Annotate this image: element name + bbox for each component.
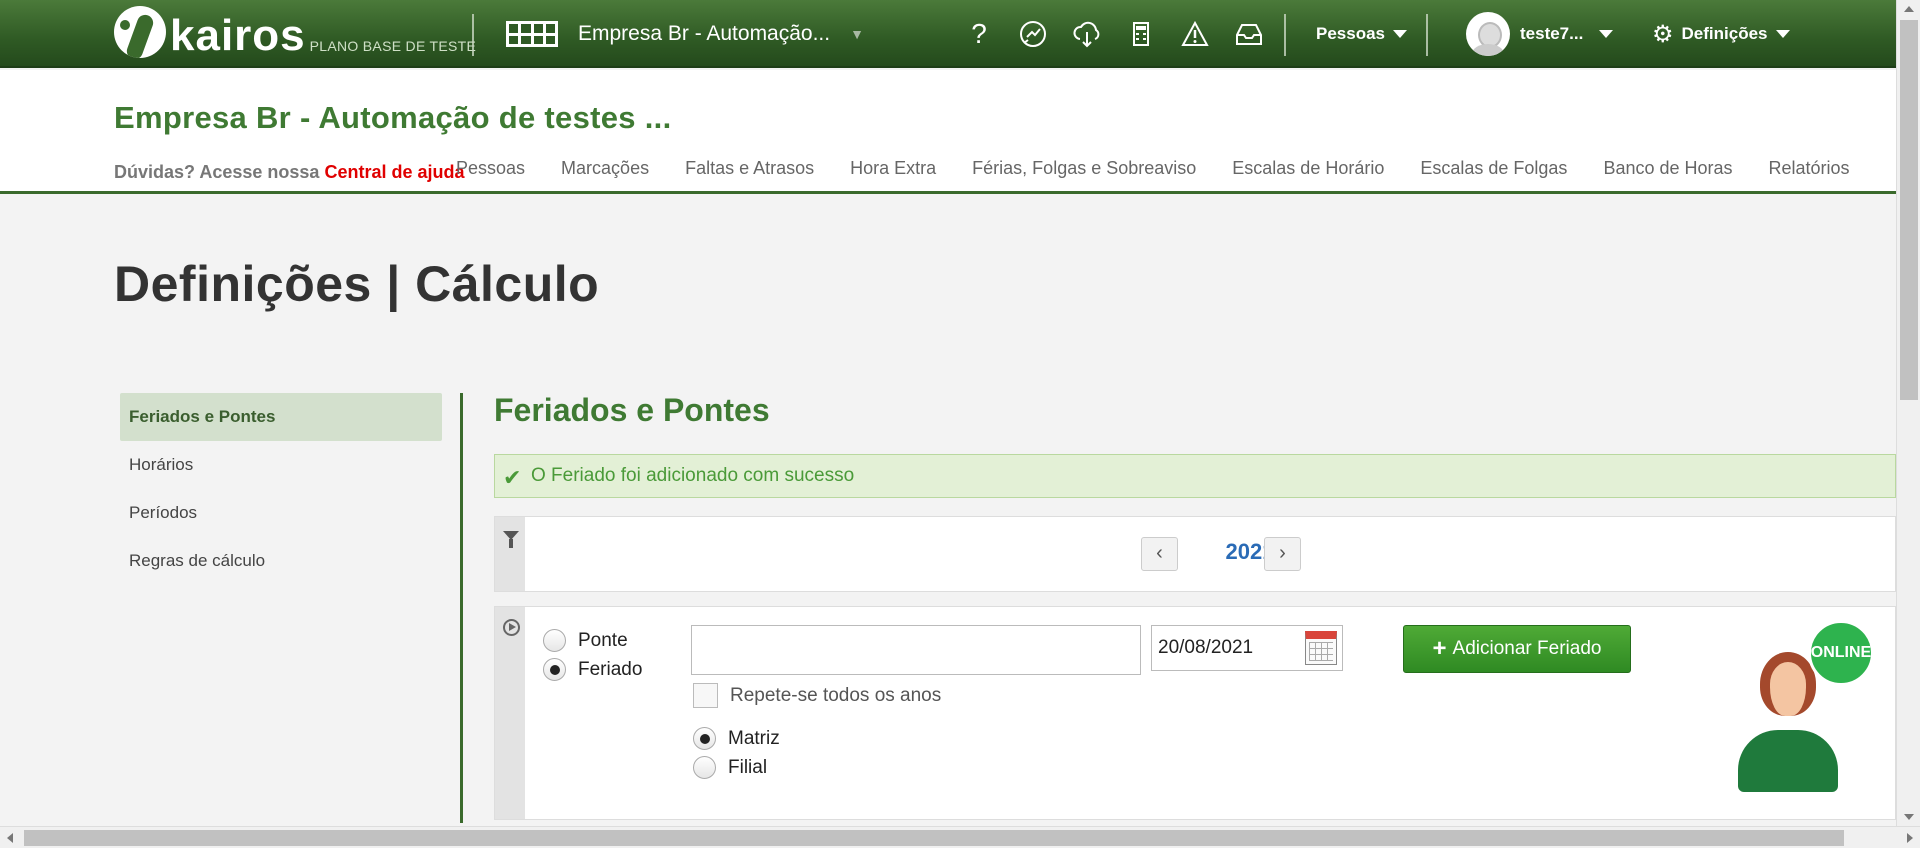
repeat-yearly-label: Repete-se todos os anos <box>730 684 942 706</box>
divider <box>1426 14 1428 56</box>
company-switcher[interactable]: Empresa Br - Automação... ▼ <box>506 0 864 68</box>
company-title: Empresa Br - Automação de testes ... <box>114 100 672 135</box>
scroll-right-icon[interactable] <box>1907 833 1913 843</box>
people-menu-label: Pessoas <box>1316 24 1385 43</box>
top-icons: ? <box>960 18 1268 50</box>
scroll-up-icon[interactable] <box>1904 6 1914 12</box>
top-bar: kairos PLANO BASE DE TESTE Empresa Br - … <box>0 0 1896 68</box>
scroll-down-icon[interactable] <box>1904 814 1914 820</box>
user-menu[interactable]: teste7... <box>1466 0 1614 68</box>
logo-mark-icon <box>114 6 166 58</box>
inbox-icon[interactable] <box>1230 18 1268 50</box>
sidebar-divider <box>460 393 463 823</box>
chevron-down-icon <box>1599 30 1614 38</box>
horizontal-scroll-thumb[interactable] <box>24 830 1844 846</box>
nav-item-escalas-folgas[interactable]: Escalas de Folgas <box>1420 158 1567 179</box>
online-badge: ONLINE <box>1808 620 1874 686</box>
help-center-link[interactable]: Central de ajuda <box>324 162 464 182</box>
add-holiday-button[interactable]: + Adicionar Feriado <box>1403 625 1631 673</box>
help-icon[interactable]: ? <box>960 18 998 50</box>
sidebar-item-periodos[interactable]: Períodos <box>120 489 442 537</box>
scope-option-filial[interactable]: Filial <box>693 756 767 779</box>
holiday-description-input[interactable] <box>691 625 1141 675</box>
user-name: teste7... <box>1520 24 1584 43</box>
calendar-icon[interactable] <box>1305 631 1337 665</box>
radio-ponte[interactable] <box>543 629 566 652</box>
settings-menu-label: Definições <box>1681 24 1768 43</box>
scope-option-matriz[interactable]: Matriz <box>693 727 780 750</box>
help-line: Dúvidas? Acesse nossa Central de ajuda <box>114 162 465 183</box>
chevron-down-icon: ▼ <box>850 26 864 42</box>
panel-rail <box>495 607 525 819</box>
nav-item-relatorios[interactable]: Relatórios <box>1769 158 1850 179</box>
nav-item-hora-extra[interactable]: Hora Extra <box>850 158 936 179</box>
radio-label: Matriz <box>728 727 780 749</box>
filter-icon[interactable] <box>503 531 519 548</box>
holiday-date-field[interactable]: 20/08/2021 <box>1151 625 1343 671</box>
repeat-yearly-checkbox[interactable] <box>693 683 718 708</box>
check-icon: ✔ <box>503 465 522 490</box>
agent-avatar-icon <box>1760 652 1816 716</box>
settings-menu[interactable]: ⚙ Definições <box>1652 0 1790 68</box>
radio-filial[interactable] <box>693 756 716 779</box>
plus-icon: + <box>1432 635 1447 662</box>
radio-label: Feriado <box>578 658 643 680</box>
settings-sidebar: Feriados e Pontes Horários Períodos Regr… <box>120 393 442 585</box>
horizontal-scrollbar[interactable] <box>0 826 1920 848</box>
previous-year-button[interactable]: ‹ <box>1141 537 1178 571</box>
radio-label: Ponte <box>578 629 628 651</box>
company-switcher-label: Empresa Br - Automação... <box>578 22 831 45</box>
nav-item-banco-horas[interactable]: Banco de Horas <box>1603 158 1732 179</box>
next-year-button[interactable]: › <box>1264 537 1301 571</box>
gear-icon: ⚙ <box>1652 20 1674 48</box>
radio-label: Filial <box>728 756 768 778</box>
type-option-ponte[interactable]: Ponte <box>543 629 628 652</box>
company-grid-icon <box>506 21 558 47</box>
divider <box>1284 14 1286 56</box>
radio-matriz[interactable] <box>693 727 716 750</box>
chat-icon[interactable] <box>1014 18 1052 50</box>
people-menu[interactable]: Pessoas <box>1316 0 1407 68</box>
nav-item-escalas-horario[interactable]: Escalas de Horário <box>1232 158 1384 179</box>
date-value: 20/08/2021 <box>1158 637 1254 658</box>
vertical-scroll-thumb[interactable] <box>1900 20 1918 400</box>
avatar <box>1466 12 1510 56</box>
plan-label: PLANO BASE DE TESTE <box>309 38 477 54</box>
scroll-left-icon[interactable] <box>7 833 13 843</box>
divider <box>472 14 474 56</box>
main-nav: Pessoas Marcações Faltas e Atrasos Hora … <box>456 158 1886 179</box>
holiday-form-panel: Ponte Feriado 20/08/2021 + Adicionar Fer… <box>494 606 1896 820</box>
chevron-down-icon <box>1393 30 1407 38</box>
sidebar-item-regras[interactable]: Regras de cálculo <box>120 537 442 585</box>
nav-item-ferias-folgas[interactable]: Férias, Folgas e Sobreaviso <box>972 158 1196 179</box>
nav-item-pessoas[interactable]: Pessoas <box>456 158 525 179</box>
radio-feriado[interactable] <box>543 658 566 681</box>
success-alert: ✔ O Feriado foi adicionado com sucesso <box>494 454 1896 498</box>
add-holiday-label: Adicionar Feriado <box>1452 638 1602 659</box>
sidebar-item-feriados[interactable]: Feriados e Pontes <box>120 393 442 441</box>
vertical-scrollbar[interactable] <box>1896 0 1920 826</box>
panel-rail <box>495 517 525 591</box>
chevron-down-icon <box>1775 30 1790 38</box>
sidebar-item-horarios[interactable]: Horários <box>120 441 442 489</box>
section-title: Feriados e Pontes <box>494 392 770 428</box>
page-title: Definições | Cálculo <box>114 256 600 312</box>
success-message: O Feriado foi adicionado com sucesso <box>531 465 855 486</box>
nav-item-faltas-atrasos[interactable]: Faltas e Atrasos <box>685 158 814 179</box>
play-icon[interactable] <box>503 619 520 636</box>
year-filter-panel: ‹ 2021 › <box>494 516 1896 592</box>
kairos-logo[interactable]: kairos PLANO BASE DE TESTE <box>114 6 476 58</box>
cloud-sync-icon[interactable] <box>1068 18 1106 50</box>
type-option-feriado[interactable]: Feriado <box>543 658 642 681</box>
online-chat-widget[interactable]: ONLINE <box>1730 620 1880 792</box>
nav-item-marcacoes[interactable]: Marcações <box>561 158 649 179</box>
calculator-icon[interactable] <box>1122 18 1160 50</box>
help-prefix: Dúvidas? Acesse nossa <box>114 162 320 182</box>
company-header: Empresa Br - Automação de testes ... Dúv… <box>0 70 1896 194</box>
warning-icon[interactable] <box>1176 18 1214 50</box>
agent-body <box>1738 730 1838 792</box>
logo-text: kairos <box>170 11 306 60</box>
repeat-yearly-option[interactable]: Repete-se todos os anos <box>693 683 941 708</box>
